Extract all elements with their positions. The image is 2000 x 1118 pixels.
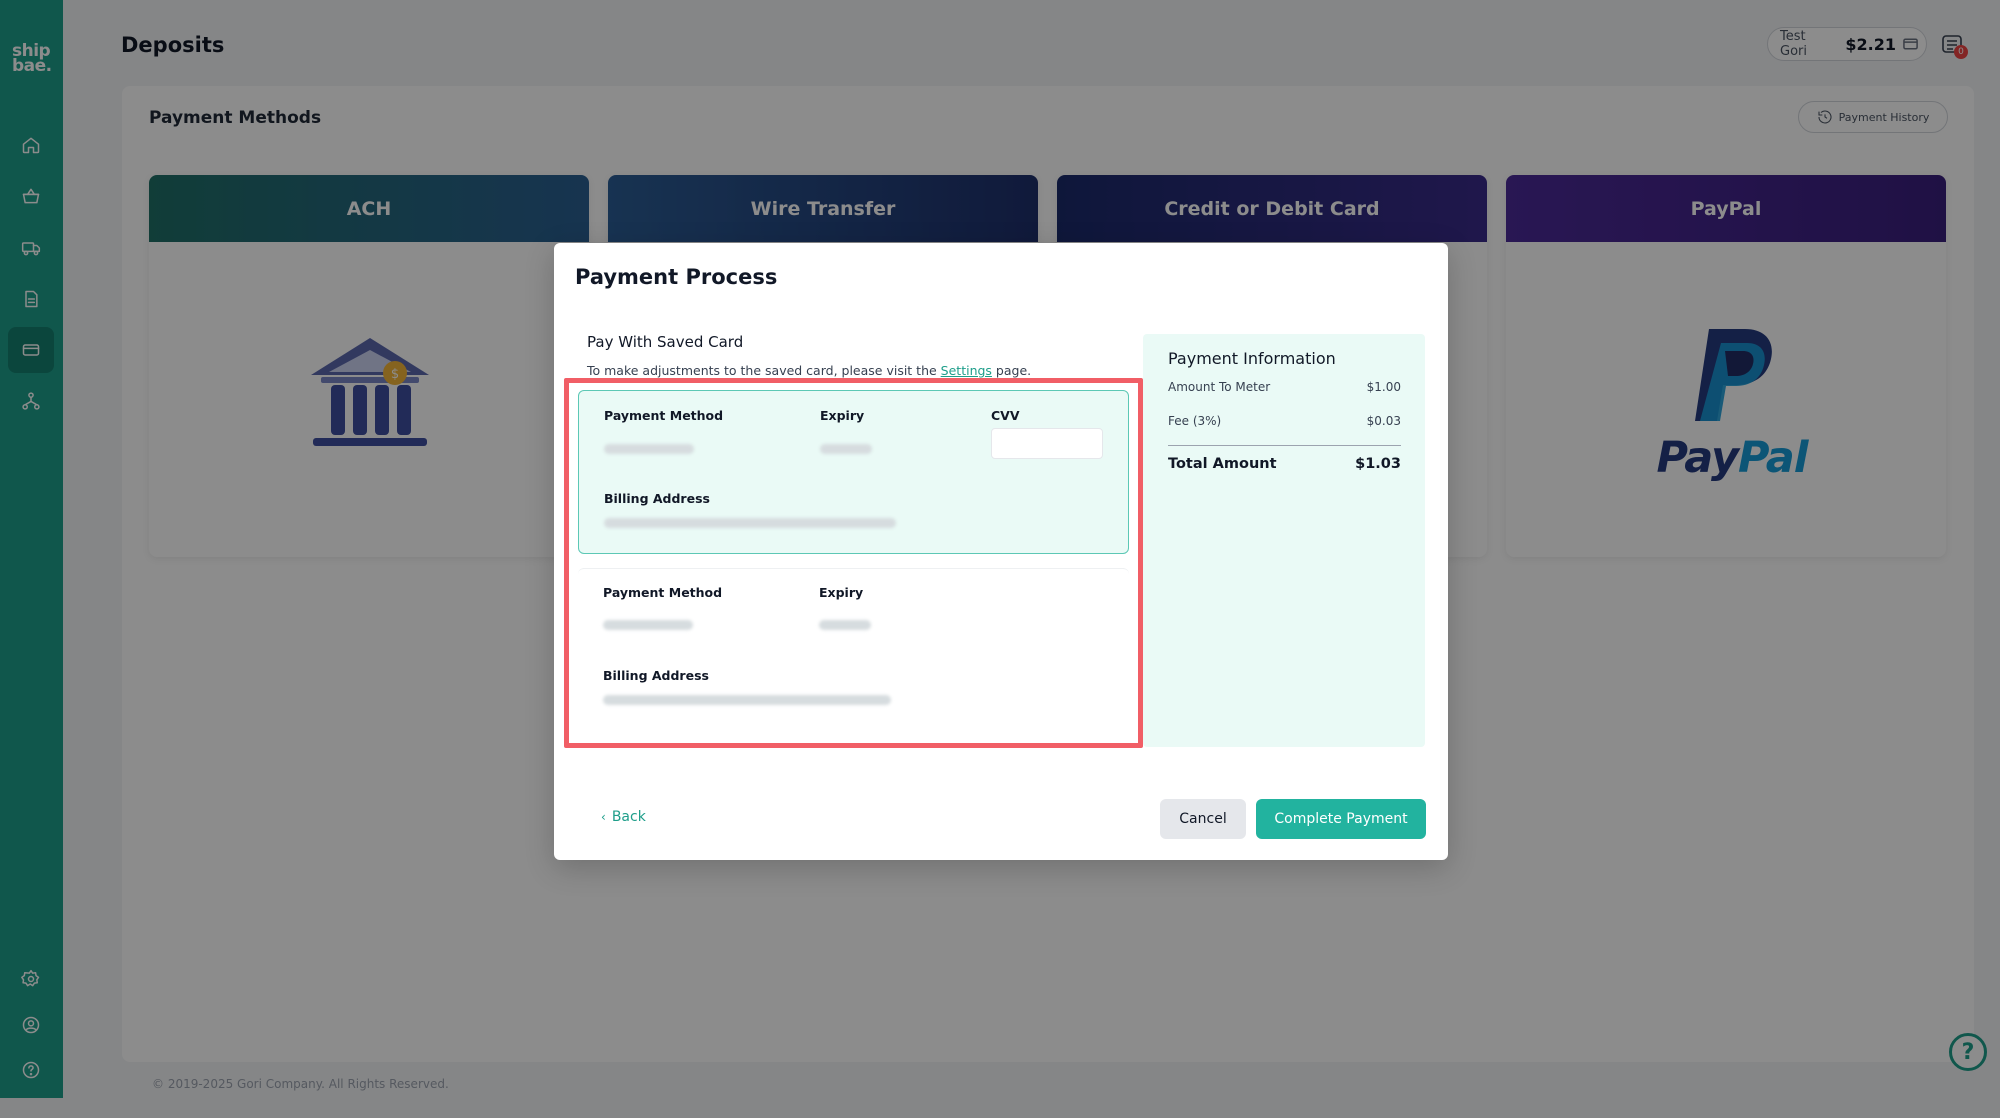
- saved-card-title: Pay With Saved Card: [587, 333, 744, 351]
- back-label: Back: [611, 809, 646, 825]
- masked-card-number: [604, 444, 694, 454]
- payment-process-modal: Payment Process Pay With Saved Card To m…: [554, 243, 1448, 860]
- total-label: Total Amount: [1168, 456, 1277, 472]
- fee-label: Fee (3%): [1168, 414, 1222, 428]
- total-value: $1.03: [1355, 456, 1401, 472]
- saved-card-option[interactable]: Payment Method Expiry Billing Address: [578, 568, 1129, 732]
- settings-link[interactable]: Settings: [941, 363, 992, 378]
- expiry-label: Expiry: [819, 585, 864, 600]
- saved-card-note: To make adjustments to the saved card, p…: [587, 363, 1031, 378]
- fee-row: Fee (3%) $0.03: [1168, 414, 1401, 428]
- saved-card-option-selected[interactable]: Payment Method Expiry CVV Billing Addres…: [578, 390, 1129, 554]
- modal-title: Payment Process: [575, 265, 778, 289]
- note-text-prefix: To make adjustments to the saved card, p…: [587, 363, 941, 378]
- cvv-label: CVV: [991, 408, 1020, 423]
- payment-info-divider: [1168, 445, 1401, 446]
- amount-label: Amount To Meter: [1168, 380, 1271, 394]
- fee-value: $0.03: [1366, 414, 1401, 428]
- masked-card-number: [603, 620, 693, 630]
- amount-value: $1.00: [1366, 380, 1401, 394]
- cancel-button[interactable]: Cancel: [1160, 799, 1246, 839]
- billing-address-label: Billing Address: [603, 668, 709, 683]
- payment-information-box: Payment Information Amount To Meter $1.0…: [1143, 334, 1425, 747]
- masked-expiry: [820, 444, 872, 454]
- amount-row: Amount To Meter $1.00: [1168, 380, 1401, 394]
- expiry-label: Expiry: [820, 408, 865, 423]
- masked-expiry: [819, 620, 871, 630]
- masked-billing-address: [603, 695, 891, 705]
- payment-information-title: Payment Information: [1168, 349, 1336, 368]
- complete-payment-button[interactable]: Complete Payment: [1256, 799, 1426, 839]
- note-text-suffix: page.: [991, 363, 1032, 378]
- payment-method-label: Payment Method: [604, 408, 724, 423]
- back-button[interactable]: ‹ Back: [601, 809, 646, 825]
- billing-address-label: Billing Address: [604, 491, 710, 506]
- masked-billing-address: [604, 518, 896, 528]
- cvv-input[interactable]: [991, 428, 1103, 459]
- total-row: Total Amount $1.03: [1168, 456, 1401, 472]
- chevron-left-icon: ‹: [601, 810, 606, 824]
- payment-method-label: Payment Method: [603, 585, 723, 600]
